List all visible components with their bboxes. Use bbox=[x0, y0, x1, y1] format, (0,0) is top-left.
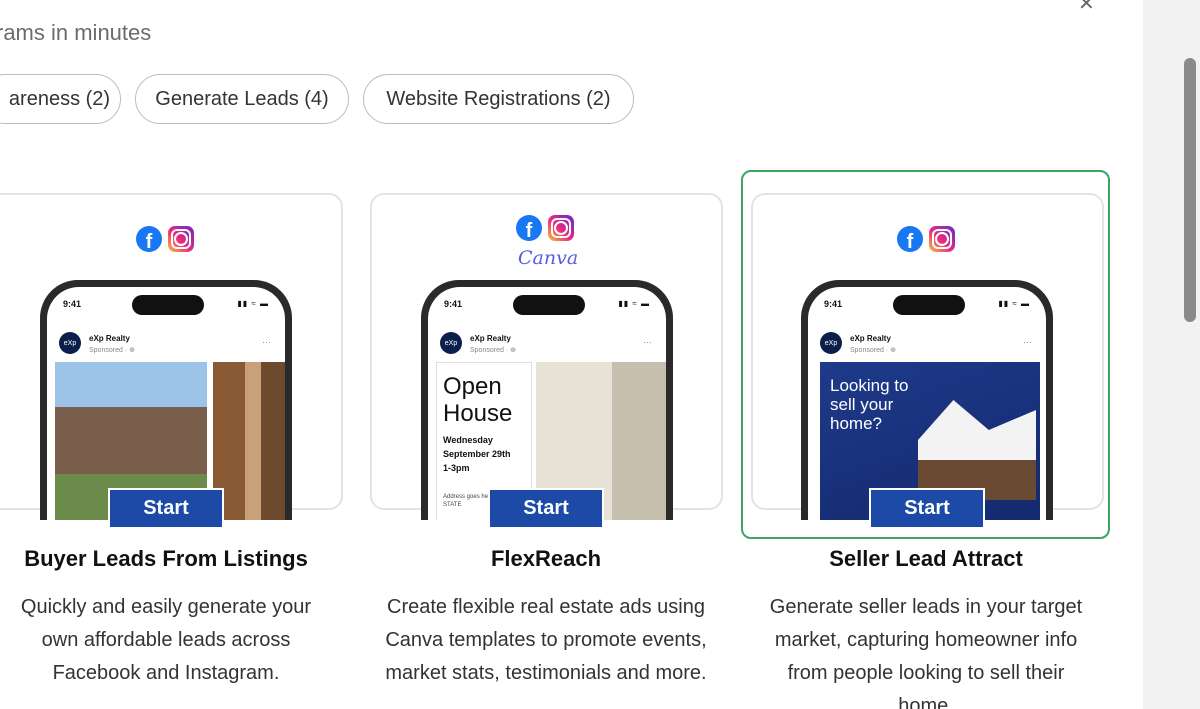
facebook-icon: f bbox=[516, 215, 542, 241]
avatar: eXp bbox=[820, 332, 842, 354]
phone-mockup: 9:41 ▮▮ ≈ ▬ eXp eXp Realty Sponsored · ⊕… bbox=[40, 280, 292, 520]
card-title: FlexReach bbox=[490, 546, 602, 571]
avatar: eXp bbox=[59, 332, 81, 354]
social-platforms: f bbox=[516, 215, 574, 241]
card-title: Buyer Leads From Listings bbox=[24, 546, 308, 571]
filter-chip-generate-leads[interactable]: Generate Leads (4) bbox=[135, 74, 349, 124]
phone-screen: 9:41 ▮▮ ≈ ▬ eXp eXp Realty Sponsored · ⊕… bbox=[808, 287, 1046, 520]
canva-logo: Canva bbox=[518, 247, 579, 269]
ad-brand: eXp Realty bbox=[89, 334, 130, 343]
ad-sponsored: Sponsored · ⊕ bbox=[470, 347, 516, 354]
dynamic-island bbox=[132, 295, 204, 315]
social-platforms: f bbox=[136, 226, 194, 252]
facebook-icon: f bbox=[897, 226, 923, 252]
social-platforms: f bbox=[897, 226, 955, 252]
chip-label: areness (2) bbox=[8, 87, 111, 110]
signal-wifi-battery-icon: ▮▮ ≈ ▬ bbox=[998, 299, 1030, 308]
ad-sponsored: Sponsored · ⊕ bbox=[850, 347, 896, 354]
instagram-icon bbox=[168, 226, 194, 252]
dynamic-island bbox=[513, 295, 585, 315]
kitchen-image bbox=[213, 362, 285, 520]
phone-mockup: 9:41 ▮▮ ≈ ▬ eXp eXp Realty Sponsored · ⊕… bbox=[801, 280, 1053, 520]
dynamic-island bbox=[893, 295, 965, 315]
avatar: eXp bbox=[440, 332, 462, 354]
more-icon: ··· bbox=[262, 337, 271, 347]
card-description: Generate seller leads in your target mar… bbox=[769, 596, 1083, 709]
start-button-flexreach[interactable]: Start bbox=[488, 488, 604, 529]
flyer-date: September 29th bbox=[443, 449, 511, 459]
signal-wifi-battery-icon: ▮▮ ≈ ▬ bbox=[237, 299, 269, 308]
seller-ad-headline: Looking to sell your home? bbox=[830, 376, 909, 433]
status-time: 9:41 bbox=[63, 299, 82, 309]
card-description: Create flexible real estate ads using Ca… bbox=[385, 596, 707, 684]
page-subtitle: rams in minutes bbox=[0, 20, 152, 45]
chip-label: Website Registrations (2) bbox=[386, 87, 611, 110]
card-description: Quickly and easily generate your own aff… bbox=[20, 596, 312, 684]
campaign-picker-panel: ✕ rams in minutes areness (2) Generate L… bbox=[0, 0, 1143, 709]
ad-brand: eXp Realty bbox=[850, 334, 891, 343]
facebook-icon: f bbox=[136, 226, 162, 252]
house-illustration bbox=[918, 400, 1036, 500]
phone-screen: 9:41 ▮▮ ≈ ▬ eXp eXp Realty Sponsored · ⊕… bbox=[428, 287, 666, 520]
phone-mockup: 9:41 ▮▮ ≈ ▬ eXp eXp Realty Sponsored · ⊕… bbox=[421, 280, 673, 520]
flyer-time: 1-3pm bbox=[443, 463, 470, 473]
scrollbar-thumb[interactable] bbox=[1184, 58, 1196, 322]
filter-chip-awareness[interactable]: areness (2) bbox=[0, 74, 121, 124]
signal-wifi-battery-icon: ▮▮ ≈ ▬ bbox=[618, 299, 650, 308]
start-button-buyer-leads[interactable]: Start bbox=[108, 488, 224, 529]
start-button-seller-lead-attract[interactable]: Start bbox=[869, 488, 985, 529]
status-time: 9:41 bbox=[824, 299, 843, 309]
status-time: 9:41 bbox=[444, 299, 463, 309]
chip-label: Generate Leads (4) bbox=[155, 87, 329, 110]
flyer-day: Wednesday bbox=[443, 435, 493, 445]
filter-chip-website-registrations[interactable]: Website Registrations (2) bbox=[363, 74, 634, 124]
phone-screen: 9:41 ▮▮ ≈ ▬ eXp eXp Realty Sponsored · ⊕… bbox=[47, 287, 285, 520]
instagram-icon bbox=[929, 226, 955, 252]
instagram-icon bbox=[548, 215, 574, 241]
ad-brand: eXp Realty bbox=[470, 334, 511, 343]
flyer-headline: Open House bbox=[443, 373, 513, 427]
more-icon: ··· bbox=[643, 337, 652, 347]
close-icon[interactable]: ✕ bbox=[1078, 0, 1095, 14]
ad-sponsored: Sponsored · ⊕ bbox=[89, 347, 135, 354]
card-title: Seller Lead Attract bbox=[829, 546, 1023, 571]
more-icon: ··· bbox=[1023, 337, 1032, 347]
